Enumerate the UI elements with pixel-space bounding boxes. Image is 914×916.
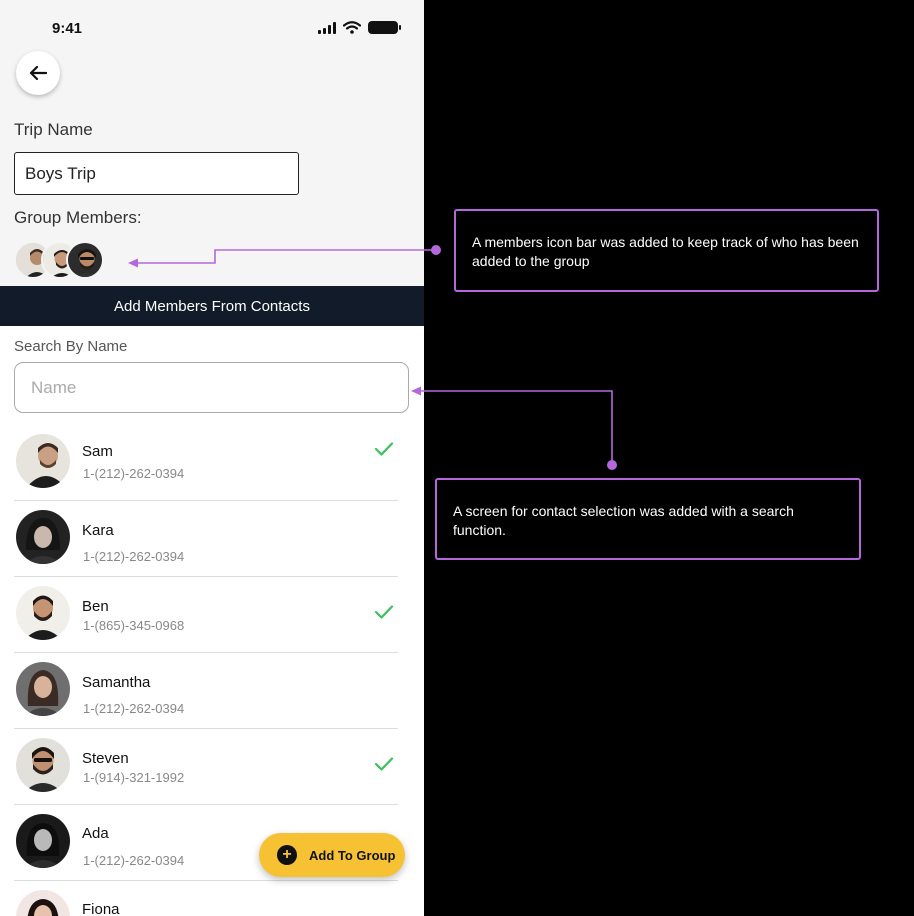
trip-name-value: Boys Trip: [25, 163, 96, 183]
contact-row-steven[interactable]: Steven 1-(914)-321-1992: [14, 729, 398, 805]
status-time: 9:41: [52, 20, 83, 37]
group-members-label: Group Members:: [14, 208, 142, 227]
contact-phone: 1-(212)-262-0394: [83, 549, 185, 564]
contact-name: Ada: [82, 825, 109, 842]
add-to-group-button[interactable]: + Add To Group: [259, 833, 405, 877]
contact-row-kara[interactable]: Kara 1-(212)-262-0394: [14, 501, 398, 577]
contact-name: Fiona: [82, 901, 120, 916]
contacts-header-title: Add Members From Contacts: [114, 297, 310, 315]
contact-phone: 1-(914)-321-1992: [83, 770, 185, 785]
contact-photo: [16, 662, 70, 716]
contact-name: Kara: [82, 522, 114, 539]
search-input[interactable]: [14, 362, 409, 413]
contact-photo: [16, 738, 70, 792]
contact-phone: 1-(212)-262-0394: [83, 853, 185, 868]
contact-phone: 1-(865)-345-0968: [83, 618, 185, 633]
contact-photo: [16, 586, 70, 640]
annotation-members-bar: A members icon bar was added to keep tra…: [454, 209, 879, 292]
check-icon: [374, 605, 394, 619]
contact-phone: 1-(212)-262-0394: [83, 466, 185, 481]
check-icon: [374, 442, 394, 456]
contact-photo: [16, 434, 70, 488]
contact-name: Ben: [82, 598, 109, 615]
plus-circle-icon: +: [277, 845, 297, 865]
contact-name: Samantha: [82, 674, 151, 691]
canvas: 9:41 Trip Name Boys Trip Group Members:: [0, 0, 914, 916]
status-icons: [318, 21, 401, 34]
trip-name-label: Trip Name: [14, 120, 93, 139]
contact-photo: [16, 814, 70, 868]
battery-icon: [368, 21, 401, 34]
back-button[interactable]: [16, 51, 60, 95]
phone-screen: 9:41 Trip Name Boys Trip Group Members:: [0, 0, 424, 916]
contact-row-sam[interactable]: Sam 1-(212)-262-0394: [14, 425, 398, 501]
annotation-members-bar-text: A members icon bar was added to keep tra…: [472, 234, 859, 269]
contact-photo: [16, 510, 70, 564]
contacts-header: Add Members From Contacts: [0, 286, 424, 326]
wifi-icon: [343, 21, 361, 34]
member-avatar: [66, 241, 104, 279]
annotation-contact-screen-text: A screen for contact selection was added…: [453, 503, 794, 538]
contact-name: Steven: [82, 750, 129, 767]
arrow-left-icon: [29, 65, 47, 81]
contact-photo: [16, 890, 70, 916]
search-label: Search By Name: [14, 338, 128, 355]
contact-row-fiona[interactable]: Fiona: [14, 881, 398, 916]
add-to-group-label: Add To Group: [309, 847, 396, 863]
annotation-contact-screen: A screen for contact selection was added…: [435, 478, 861, 560]
members-icon-bar: [14, 241, 114, 279]
check-icon: [374, 757, 394, 771]
contact-row-ben[interactable]: Ben 1-(865)-345-0968: [14, 577, 398, 653]
trip-name-input[interactable]: Boys Trip: [14, 152, 299, 195]
cellular-signal-icon: [318, 21, 336, 34]
contact-row-samantha[interactable]: Samantha 1-(212)-262-0394: [14, 653, 398, 729]
contact-phone: 1-(212)-262-0394: [83, 701, 185, 716]
contact-name: Sam: [82, 443, 113, 460]
